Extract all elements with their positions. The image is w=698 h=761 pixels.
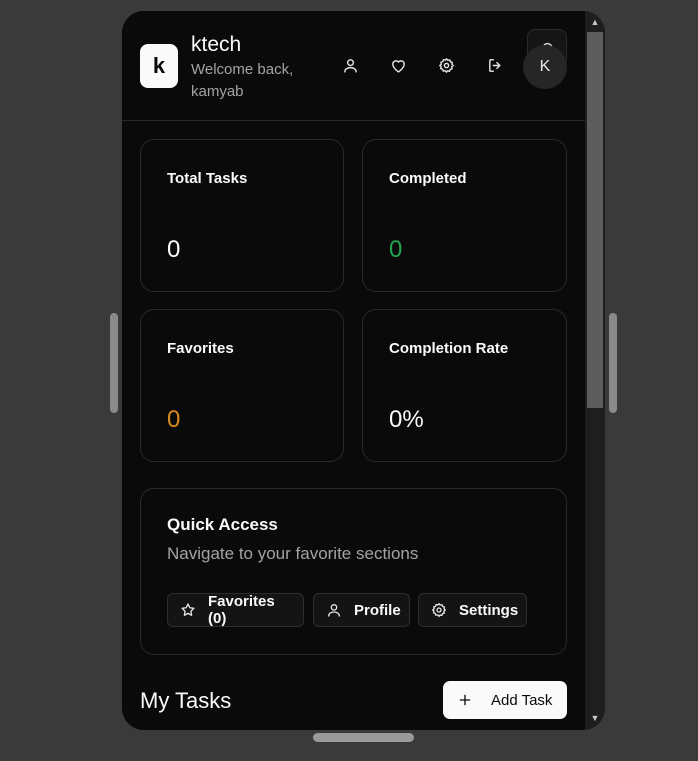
app-window: k ktech Welcome back, kamyab K Total Tas… [122, 11, 605, 730]
stat-value: 0% [389, 406, 424, 433]
settings-button[interactable]: Settings [418, 593, 527, 627]
plus-icon [459, 694, 471, 706]
welcome-text: Welcome back, kamyab [191, 61, 294, 100]
settings-button-label: Settings [459, 601, 519, 619]
stat-label: Total Tasks [167, 170, 248, 187]
stat-label: Favorites [167, 340, 234, 357]
star-icon [181, 603, 195, 616]
resize-handle-left[interactable] [110, 313, 118, 413]
settings-nav-button[interactable] [430, 49, 462, 81]
add-task-label: Add Task [491, 691, 553, 709]
stat-value: 0 [389, 236, 403, 263]
vertical-scrollbar[interactable]: ▲ ▼ [585, 11, 605, 730]
gear-icon [432, 603, 446, 617]
profile-button[interactable]: Profile [313, 593, 410, 627]
heart-icon [391, 59, 405, 73]
profile-nav-button[interactable] [334, 49, 366, 81]
avatar[interactable]: K [523, 45, 567, 89]
tasks-heading: My Tasks [140, 688, 232, 713]
app-header: k ktech Welcome back, kamyab K [122, 11, 585, 121]
favorites-nav-button[interactable] [382, 49, 414, 81]
stat-card-completion-rate: Completion Rate 0% [362, 309, 567, 462]
gear-icon [438, 57, 454, 73]
stat-card-favorites: Favorites 0 [140, 309, 344, 462]
profile-button-label: Profile [354, 601, 401, 619]
stat-label: Completion Rate [389, 340, 509, 357]
app-logo: k [140, 44, 178, 88]
stat-card-total-tasks: Total Tasks 0 [140, 139, 344, 292]
user-icon [328, 604, 340, 617]
resize-handle-right[interactable] [609, 313, 617, 413]
scrollbar-thumb[interactable] [587, 32, 603, 408]
favorites-button[interactable]: Favorites (0) [167, 593, 304, 627]
logout-icon [488, 58, 500, 72]
stat-value: 0 [167, 236, 181, 263]
quick-access-card: Quick Access Navigate to your favorite s… [140, 488, 567, 655]
stat-card-completed: Completed 0 [362, 139, 567, 292]
quick-access-title: Quick Access [167, 515, 278, 534]
app-title: ktech [191, 33, 242, 56]
stat-value: 0 [167, 406, 181, 433]
app-viewport: k ktech Welcome back, kamyab K Total Tas… [122, 11, 585, 730]
scroll-up-arrow[interactable]: ▲ [585, 15, 605, 29]
quick-access-subtitle: Navigate to your favorite sections [167, 544, 419, 563]
user-icon [343, 58, 357, 73]
scroll-down-arrow[interactable]: ▼ [585, 711, 605, 725]
resize-handle-bottom[interactable] [313, 733, 414, 742]
logout-button[interactable] [479, 49, 511, 81]
stat-label: Completed [389, 170, 467, 187]
favorites-button-label: Favorites (0) [208, 593, 275, 627]
add-task-button[interactable]: Add Task [443, 681, 567, 719]
